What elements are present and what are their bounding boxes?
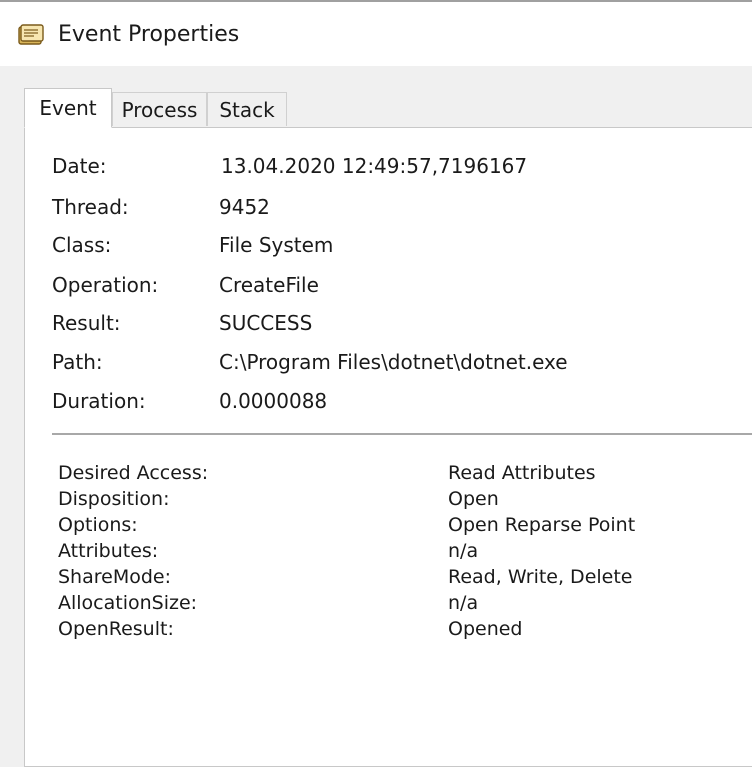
tab-process[interactable]: Process [112, 92, 207, 126]
property-label: Path: [52, 350, 103, 374]
property-label: Duration: [52, 389, 146, 413]
detail-value: Opened [448, 618, 523, 640]
detail-label: ShareMode: [58, 566, 171, 588]
property-value: File System [219, 233, 334, 257]
event-properties-icon [18, 24, 44, 45]
property-label: Operation: [52, 273, 159, 297]
property-value: 13.04.2020 12:49:57,7196167 [221, 154, 528, 178]
property-value: 9452 [219, 195, 270, 219]
section-divider [52, 433, 752, 435]
detail-value: Open Reparse Point [448, 514, 636, 536]
window-title: Event Properties [58, 22, 240, 47]
property-value: 0.0000088 [219, 389, 328, 413]
detail-value: Open [448, 488, 499, 510]
detail-label: Desired Access: [58, 462, 209, 484]
detail-value: Read Attributes [448, 462, 596, 484]
event-properties-window: Event Properties Event Process Stack Dat… [0, 0, 752, 767]
title-bar: Event Properties [0, 0, 752, 66]
detail-label: Attributes: [58, 540, 159, 562]
detail-label: OpenResult: [58, 618, 174, 640]
tab-stack[interactable]: Stack [207, 92, 287, 126]
property-label: Date: [52, 154, 107, 178]
tab-event[interactable]: Event [24, 88, 112, 128]
property-label: Class: [52, 233, 112, 257]
property-label: Thread: [52, 195, 129, 219]
property-value: SUCCESS [219, 311, 313, 335]
detail-value: n/a [448, 592, 479, 614]
detail-label: Options: [58, 514, 138, 536]
property-value: CreateFile [219, 273, 319, 297]
detail-label: Disposition: [58, 488, 170, 510]
event-tab-panel: Date: 13.04.2020 12:49:57,7196167 Thread… [24, 127, 752, 767]
property-value: C:\Program Files\dotnet\dotnet.exe [219, 350, 568, 374]
detail-value: Read, Write, Delete [448, 566, 633, 588]
property-label: Result: [52, 311, 121, 335]
detail-value: n/a [448, 540, 479, 562]
detail-label: AllocationSize: [58, 592, 198, 614]
